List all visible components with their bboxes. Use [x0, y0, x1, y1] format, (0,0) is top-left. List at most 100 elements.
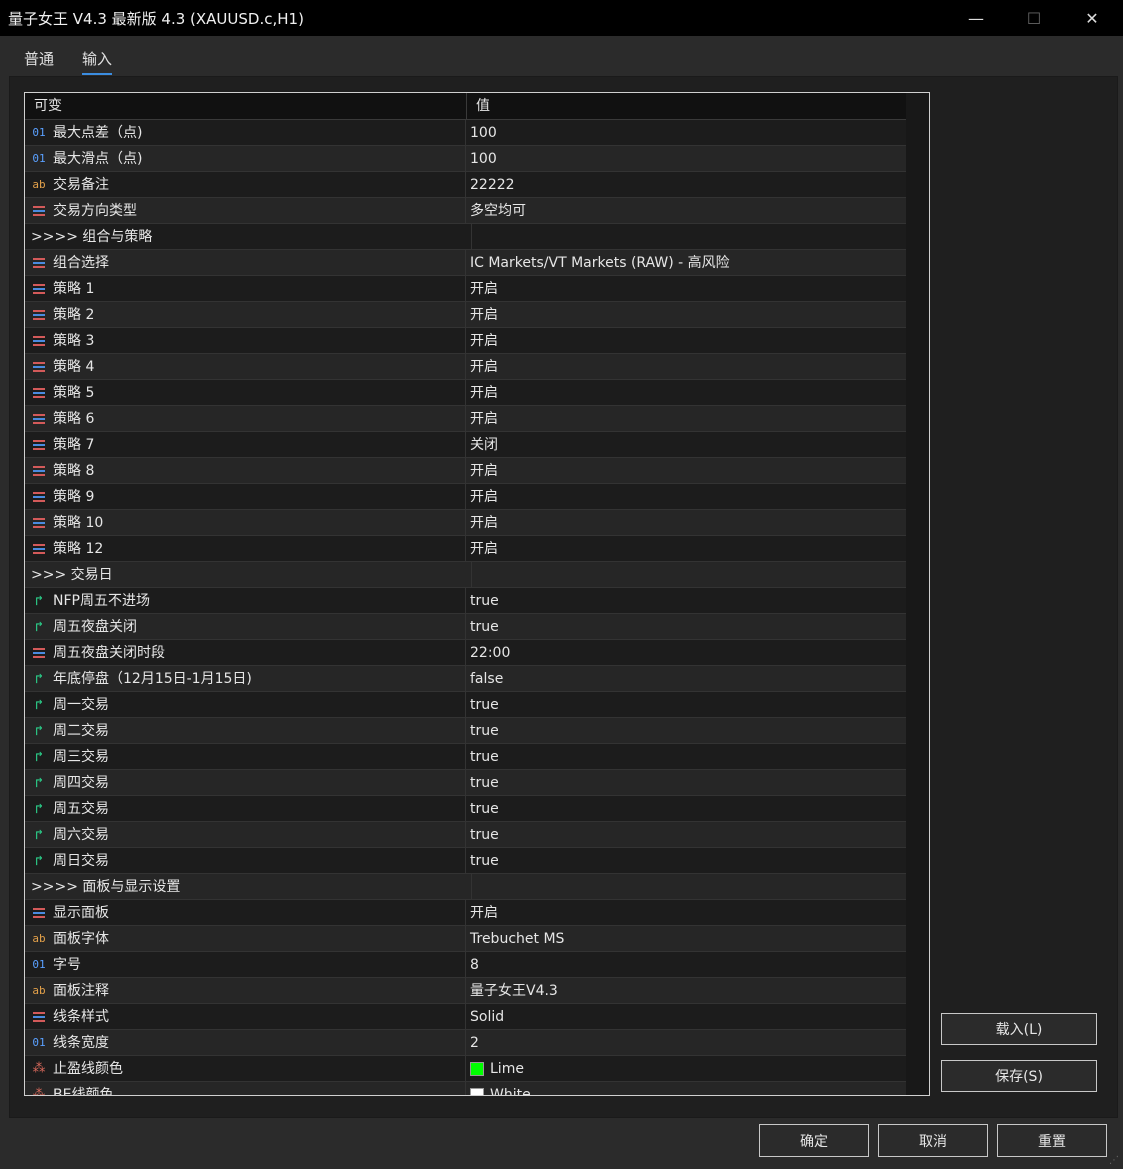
value-cell[interactable]: 开启 — [466, 354, 498, 379]
value-cell[interactable]: true — [466, 822, 499, 847]
load-button[interactable]: 载入(L) — [941, 1013, 1097, 1045]
variable-cell: ↱ 周六交易 — [25, 822, 466, 847]
variable-name: BE线颜色 — [53, 1086, 114, 1096]
value-cell[interactable]: 100 — [466, 120, 497, 145]
table-row[interactable]: 策略 5 开启 — [25, 380, 906, 406]
table-row[interactable]: 策略 9 开启 — [25, 484, 906, 510]
value-text: true — [470, 722, 499, 739]
value-cell[interactable]: true — [466, 770, 499, 795]
table-row[interactable]: 策略 10 开启 — [25, 510, 906, 536]
value-cell[interactable]: 开启 — [466, 302, 498, 327]
variable-cell: 策略 7 — [25, 432, 466, 457]
table-row[interactable]: ↱ 周五夜盘关闭 true — [25, 614, 906, 640]
ok-button[interactable]: 确定 — [759, 1124, 869, 1157]
table-row[interactable]: ↱ 周日交易 true — [25, 848, 906, 874]
table-row[interactable]: 策略 4 开启 — [25, 354, 906, 380]
table-row[interactable]: >>> 交易日 — [25, 562, 906, 588]
table-row[interactable]: 01 字号 8 — [25, 952, 906, 978]
value-cell[interactable]: true — [466, 588, 499, 613]
table-row[interactable]: ↱ NFP周五不进场 true — [25, 588, 906, 614]
table-row[interactable]: 策略 6 开启 — [25, 406, 906, 432]
reset-button[interactable]: 重置 — [997, 1124, 1107, 1157]
value-cell[interactable]: 开启 — [466, 406, 498, 431]
value-cell[interactable]: Solid — [466, 1004, 504, 1029]
table-row[interactable]: ↱ 周二交易 true — [25, 718, 906, 744]
cancel-button[interactable]: 取消 — [878, 1124, 988, 1157]
value-cell[interactable]: 2 — [466, 1030, 479, 1055]
table-row[interactable]: 01 线条宽度 2 — [25, 1030, 906, 1056]
table-row[interactable]: ↱ 周三交易 true — [25, 744, 906, 770]
resize-grip-icon[interactable]: ⋰ — [1109, 1155, 1119, 1166]
variable-cell: ↱ 周三交易 — [25, 744, 466, 769]
value-cell[interactable]: 多空均可 — [466, 198, 526, 223]
table-row[interactable]: 01 最大点差（点) 100 — [25, 120, 906, 146]
variable-name: 周二交易 — [53, 722, 109, 739]
value-cell[interactable]: 开启 — [466, 328, 498, 353]
boolean-type-icon: ↱ — [34, 774, 44, 791]
table-row[interactable]: 策略 1 开启 — [25, 276, 906, 302]
value-cell[interactable]: White — [466, 1082, 531, 1095]
table-row[interactable]: ⁂ BE线颜色 White — [25, 1082, 906, 1096]
value-cell[interactable]: 22:00 — [466, 640, 510, 665]
variable-name: 周五夜盘关闭时段 — [53, 644, 165, 661]
value-cell[interactable]: 量子女王V4.3 — [466, 978, 558, 1003]
value-cell[interactable]: IC Markets/VT Markets (RAW) - 高风险 — [466, 250, 730, 275]
value-cell[interactable]: Trebuchet MS — [466, 926, 564, 951]
table-row[interactable]: ↱ 周六交易 true — [25, 822, 906, 848]
table-row[interactable]: 线条样式 Solid — [25, 1004, 906, 1030]
value-cell[interactable]: 开启 — [466, 380, 498, 405]
table-row[interactable]: 组合选择 IC Markets/VT Markets (RAW) - 高风险 — [25, 250, 906, 276]
table-row[interactable]: ab 面板字体 Trebuchet MS — [25, 926, 906, 952]
table-row[interactable]: 策略 7 关闭 — [25, 432, 906, 458]
variable-name: 面板字体 — [53, 930, 109, 947]
value-text: 8 — [470, 956, 479, 973]
column-header-value[interactable]: 值 — [467, 93, 490, 119]
value-cell[interactable]: 开启 — [466, 458, 498, 483]
maximize-button[interactable]: ☐ — [1006, 0, 1062, 36]
table-row[interactable]: 周五夜盘关闭时段 22:00 — [25, 640, 906, 666]
value-cell[interactable]: true — [466, 848, 499, 873]
value-cell[interactable]: true — [466, 692, 499, 717]
tab-inputs[interactable]: 输入 — [82, 48, 113, 75]
value-cell[interactable]: 开启 — [466, 536, 498, 561]
table-row[interactable]: 策略 12 开启 — [25, 536, 906, 562]
close-button[interactable]: ✕ — [1064, 0, 1120, 36]
value-text: true — [470, 800, 499, 817]
table-row[interactable]: 策略 2 开启 — [25, 302, 906, 328]
value-cell[interactable]: 22222 — [466, 172, 515, 197]
table-row[interactable]: ab 交易备注 22222 — [25, 172, 906, 198]
table-row[interactable]: >>>> 面板与显示设置 — [25, 874, 906, 900]
value-cell[interactable]: 开启 — [466, 510, 498, 535]
value-cell[interactable]: true — [466, 718, 499, 743]
minimize-button[interactable]: — — [948, 0, 1004, 36]
value-cell[interactable]: 开启 — [466, 900, 498, 925]
table-row[interactable]: 策略 8 开启 — [25, 458, 906, 484]
table-row[interactable]: ab 面板注释 量子女王V4.3 — [25, 978, 906, 1004]
variable-name: >>>> 组合与策略 — [31, 228, 153, 245]
tab-general[interactable]: 普通 — [24, 48, 54, 75]
value-cell[interactable]: false — [466, 666, 503, 691]
table-row[interactable]: 交易方向类型 多空均可 — [25, 198, 906, 224]
enum-type-icon — [30, 907, 48, 918]
table-row[interactable]: ↱ 年底停盘（12月15日-1月15日) false — [25, 666, 906, 692]
table-row[interactable]: ↱ 周一交易 true — [25, 692, 906, 718]
save-button[interactable]: 保存(S) — [941, 1060, 1097, 1092]
value-cell[interactable]: 8 — [466, 952, 479, 977]
table-row[interactable]: >>>> 组合与策略 — [25, 224, 906, 250]
table-row[interactable]: ⁂ 止盈线颜色 Lime — [25, 1056, 906, 1082]
table-row[interactable]: 01 最大滑点（点) 100 — [25, 146, 906, 172]
value-cell[interactable]: 100 — [466, 146, 497, 171]
value-cell[interactable]: true — [466, 614, 499, 639]
column-header-variable[interactable]: 可变 — [25, 93, 467, 119]
value-cell[interactable]: 开启 — [466, 276, 498, 301]
value-cell[interactable]: Lime — [466, 1056, 524, 1081]
table-row[interactable]: 显示面板 开启 — [25, 900, 906, 926]
variable-name: NFP周五不进场 — [53, 592, 150, 609]
value-cell[interactable]: 开启 — [466, 484, 498, 509]
value-cell[interactable]: 关闭 — [466, 432, 498, 457]
table-row[interactable]: ↱ 周四交易 true — [25, 770, 906, 796]
table-row[interactable]: 策略 3 开启 — [25, 328, 906, 354]
value-cell[interactable]: true — [466, 744, 499, 769]
value-cell[interactable]: true — [466, 796, 499, 821]
table-row[interactable]: ↱ 周五交易 true — [25, 796, 906, 822]
